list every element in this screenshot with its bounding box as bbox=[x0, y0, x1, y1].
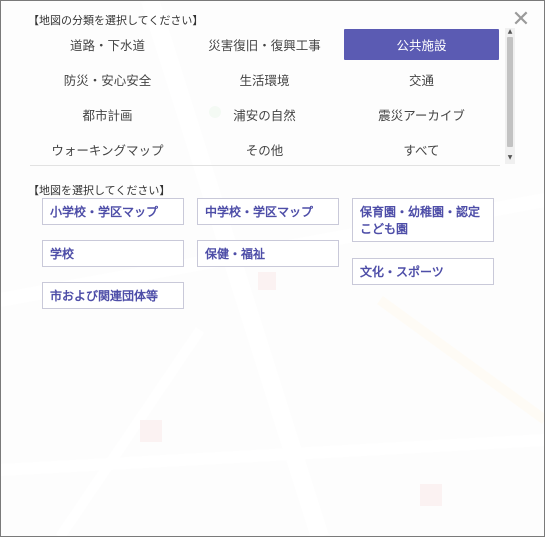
map-button-health-welfare[interactable]: 保健・福祉 bbox=[197, 240, 339, 267]
scroll-up-arrow-icon[interactable]: ▲ bbox=[505, 28, 515, 36]
close-button[interactable]: ✕ bbox=[511, 9, 531, 31]
category-item[interactable]: その他 bbox=[187, 134, 342, 165]
category-item[interactable]: すべて bbox=[344, 134, 499, 165]
category-item[interactable]: 防災・安心安全 bbox=[30, 64, 185, 95]
map-button-city-organizations[interactable]: 市および関連団体等 bbox=[42, 282, 184, 309]
map-button-junior-high-school[interactable]: 中学校・学区マップ bbox=[197, 198, 339, 225]
category-item[interactable]: 浦安の自然 bbox=[187, 99, 342, 130]
category-grid: 道路・下水道 災害復旧・復興工事 公共施設防災・安心安全 生活環境 交通都市計画 浦安の自… bbox=[30, 27, 500, 167]
category-list: 道路・下水道 災害復旧・復興工事 公共施設防災・安心安全 生活環境 交通都市計画 浦安の自… bbox=[30, 27, 500, 166]
category-item[interactable]: 道路・下水道 bbox=[30, 29, 185, 60]
category-item[interactable]: 震災アーカイブ bbox=[344, 99, 499, 130]
category-item[interactable]: 都市計画 bbox=[30, 99, 185, 130]
category-item[interactable]: ウォーキングマップ bbox=[30, 134, 185, 165]
category-scrollbar[interactable]: ▲ ▼ bbox=[505, 28, 515, 164]
category-section-header: 【地図の分類を選択してください】 bbox=[28, 14, 204, 27]
map-button-school[interactable]: 学校 bbox=[42, 240, 184, 267]
map-section-header: 【地図を選択してください】 bbox=[28, 184, 171, 197]
category-item[interactable]: 災害復旧・復興工事 bbox=[187, 29, 342, 60]
scroll-thumb[interactable] bbox=[507, 37, 513, 147]
category-item[interactable]: 公共施設 bbox=[344, 29, 499, 60]
category-item[interactable]: 交通 bbox=[344, 64, 499, 95]
scroll-down-arrow-icon[interactable]: ▼ bbox=[505, 154, 515, 162]
map-button-culture-sports[interactable]: 文化・スポーツ bbox=[352, 258, 494, 285]
category-item[interactable]: 生活環境 bbox=[187, 64, 342, 95]
map-button-elementary-school[interactable]: 小学校・学区マップ bbox=[42, 198, 184, 225]
map-button-nursery-kindergarten[interactable]: 保育園・幼稚園・認定こども園 bbox=[352, 198, 494, 242]
